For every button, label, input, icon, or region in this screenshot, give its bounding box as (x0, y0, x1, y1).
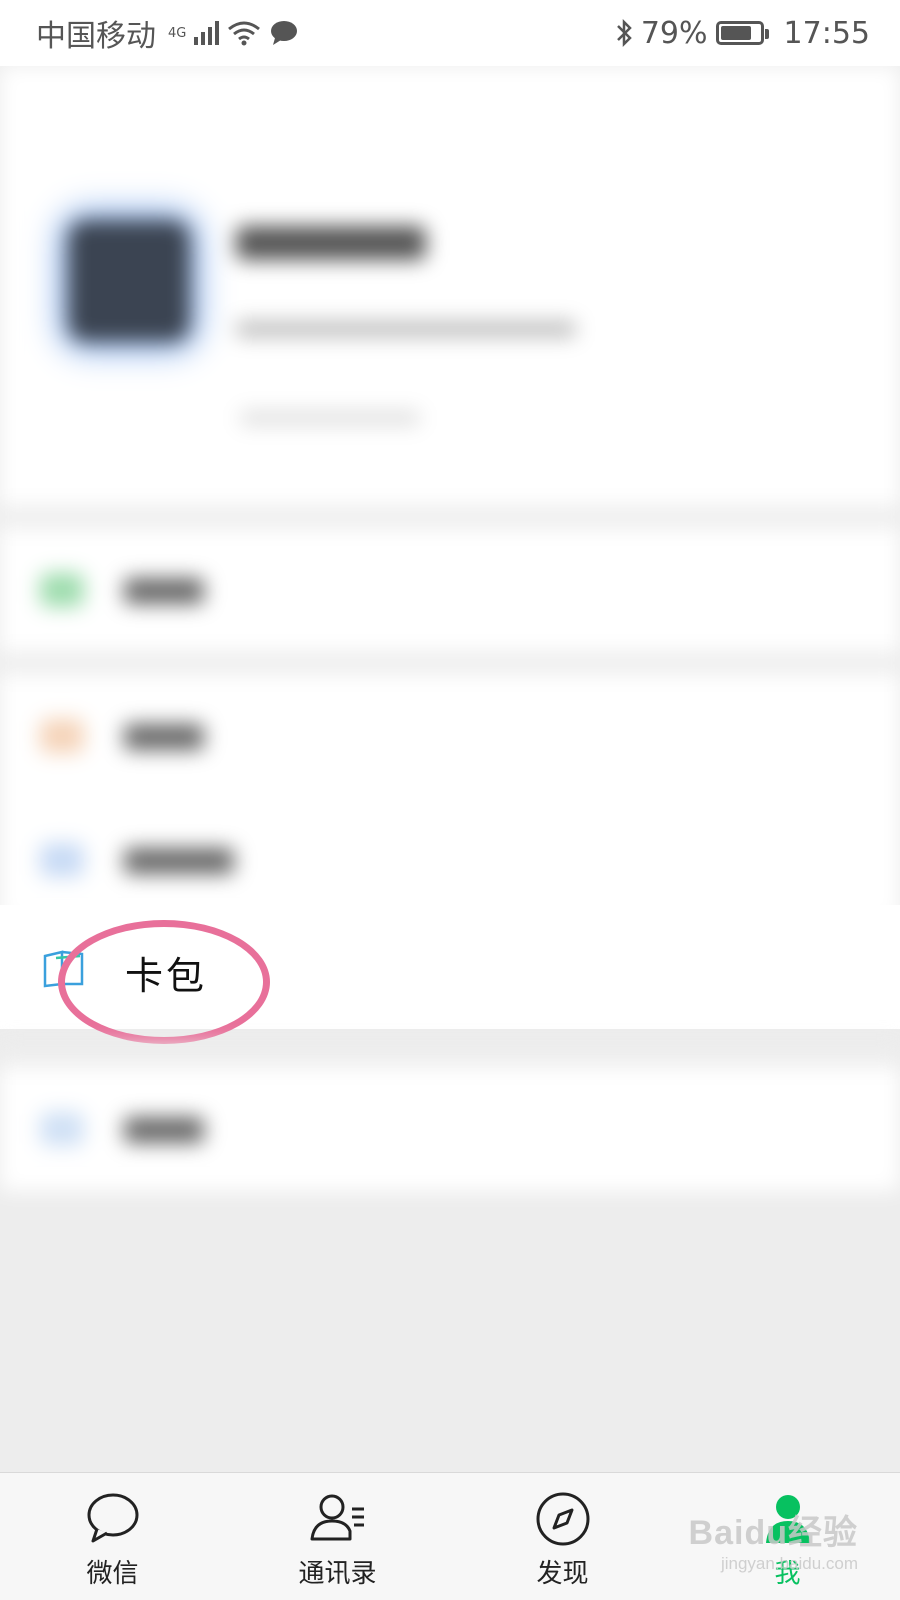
tab-label: 我 (774, 1559, 801, 1589)
profile-header[interactable] (0, 66, 900, 506)
wifi-icon (228, 21, 261, 46)
bluetooth-icon (616, 18, 632, 48)
compass-icon (536, 1492, 589, 1546)
bottom-tab-bar: 微信 通讯录 发现 我 (0, 1472, 900, 1600)
avatar[interactable] (68, 220, 190, 342)
menu-row-settings[interactable] (0, 1067, 900, 1191)
clock: 17:55 (783, 15, 870, 51)
card-wallet-icon (43, 950, 84, 988)
section-divider (0, 652, 900, 674)
contacts-icon (310, 1494, 364, 1541)
profile-name-blurred (236, 226, 426, 260)
chat-bubble-icon (87, 1493, 138, 1543)
tab-label: 通讯录 (298, 1559, 377, 1589)
section-divider (0, 506, 900, 528)
battery-level (720, 26, 751, 40)
pay-icon (40, 573, 84, 607)
blurred-content (0, 66, 900, 922)
card-wallet-label: 卡包 (125, 954, 208, 998)
menu-row-pay[interactable] (0, 528, 900, 652)
menu-label-blurred (124, 578, 204, 604)
person-icon (765, 1495, 810, 1543)
menu-label-blurred (124, 848, 234, 874)
moments-icon (40, 843, 84, 877)
menu-row-moments[interactable] (0, 798, 900, 922)
battery-percent: 79% (640, 15, 708, 51)
settings-icon (40, 1112, 84, 1146)
status-left: 中国移动 4G (36, 11, 299, 55)
blurred-content-lower (0, 1045, 900, 1191)
favorites-icon (40, 719, 84, 753)
status-bar: 中国移动 4G 79% 17:55 (0, 0, 900, 66)
menu-label-blurred (124, 724, 204, 750)
profile-id-blurred (236, 321, 576, 337)
battery-icon (715, 21, 769, 45)
profile-status-blurred (240, 411, 420, 425)
tab-label: 微信 (86, 1559, 139, 1589)
tab-contacts[interactable]: 通讯录 (225, 1473, 450, 1600)
tab-label: 发现 (536, 1559, 589, 1589)
message-notification-icon (271, 21, 298, 45)
network-type: 4G (168, 25, 187, 41)
menu-row-favorites[interactable] (0, 674, 900, 798)
menu-row-card-wallet[interactable]: 卡包 (0, 905, 900, 1029)
tab-discover[interactable]: 发现 (450, 1473, 675, 1600)
tab-me[interactable]: 我 (675, 1473, 900, 1600)
carrier-name: 中国移动 (36, 19, 156, 54)
section-divider (0, 1045, 900, 1067)
status-right: 79% 17:55 (615, 16, 870, 51)
menu-label-blurred (124, 1117, 204, 1143)
tab-chats[interactable]: 微信 (0, 1473, 225, 1600)
signal-icon (194, 21, 220, 45)
